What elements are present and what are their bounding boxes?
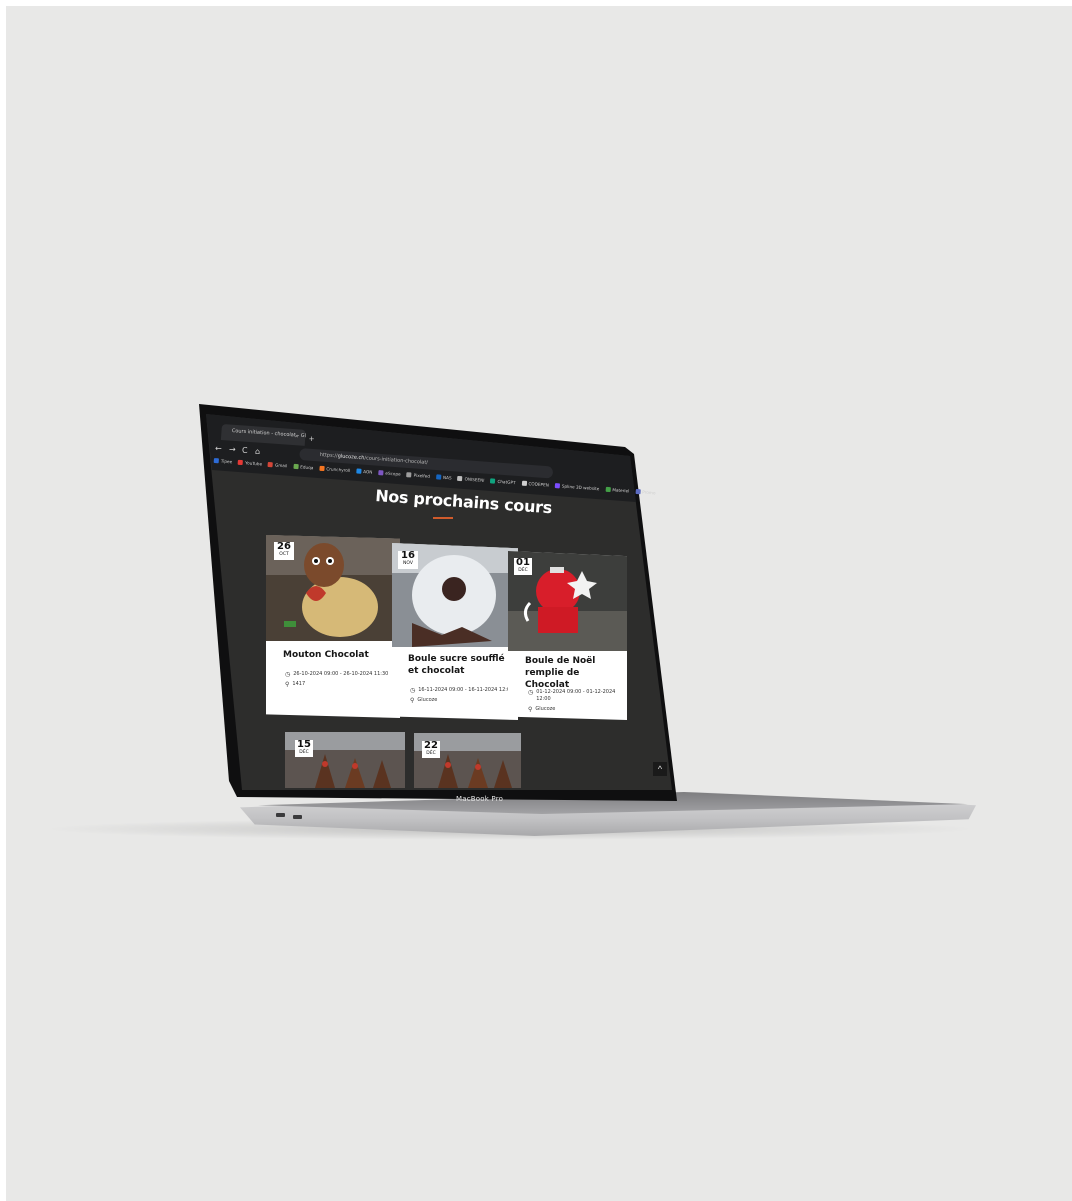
bookmark-item[interactable]: Materiel (605, 486, 630, 494)
bookmark-item[interactable]: CODEPEN (521, 480, 550, 488)
back-icon[interactable]: ← (215, 444, 222, 453)
date-month: DÉC (299, 750, 309, 755)
bookmark-favicon-icon (435, 474, 442, 480)
bookmark-favicon-icon (635, 488, 641, 495)
bookmark-favicon-icon (237, 459, 244, 466)
bookmark-favicon-icon (213, 458, 219, 464)
clock-icon: ◷ (410, 687, 416, 694)
date-month: OCT (279, 552, 289, 557)
bookmark-favicon-icon (406, 472, 412, 478)
usb-port (293, 815, 302, 819)
bookmark-item[interactable]: Tipee (213, 458, 233, 465)
date-day: 22 (424, 740, 438, 751)
bookmark-item[interactable]: Promo (635, 488, 656, 496)
bookmark-label: AON (362, 468, 373, 475)
course-card[interactable]: 22 DÉC (414, 733, 521, 788)
date-day: 15 (297, 739, 311, 750)
course-meta: ◷ 16-11-2024 09:00 - 16-11-2024 12:00 ⚲ Gl… (410, 687, 514, 707)
bookmark-item[interactable]: eScope (378, 470, 401, 477)
location-pin-icon: ⚲ (410, 697, 415, 704)
location-pin-icon: ⚲ (285, 681, 290, 688)
date-month: NOV (403, 561, 413, 566)
bookmark-favicon-icon (605, 486, 611, 493)
laptop-mockup: Cours initiation - chocolat - Gl × + ← →… (0, 0, 1072, 1201)
bookmark-favicon-icon (293, 463, 299, 470)
date-badge: 22 DÉC (422, 741, 440, 758)
location-pin-icon: ⚲ (528, 706, 533, 713)
bookmark-item[interactable]: Pixelfed (406, 472, 430, 479)
course-title[interactable]: Boule sucre soufflé et chocolat (408, 653, 512, 677)
bookmark-favicon-icon (378, 470, 384, 476)
course-card[interactable]: 26 OCT Mouton Chocolat ◷ 26-10-2024 09:00… (266, 535, 400, 718)
date-month: DÉC (426, 751, 436, 756)
course-meta: ◷ 01-12-2024 09:00 - 01-12-2024 12:00 ⚲ Gl… (528, 689, 624, 716)
date-badge: 26 OCT (274, 542, 294, 560)
bookmark-label: ONISEENI (464, 476, 485, 483)
close-tab-icon[interactable]: × (295, 434, 299, 440)
bookmark-label: ChatGPT (497, 478, 516, 486)
bookmark-favicon-icon (267, 461, 274, 468)
clock-icon: ◷ (528, 689, 534, 696)
course-datetime: 26-10-2024 09:00 - 26-10-2024 11:30 (293, 671, 389, 677)
bookmark-favicon-icon (521, 480, 527, 486)
course-title[interactable]: Mouton Chocolat (283, 649, 393, 661)
bookmark-favicon-icon (319, 465, 325, 472)
bookmark-item[interactable]: YouTube (237, 459, 263, 467)
date-badge: 15 DÉC (295, 740, 313, 757)
course-location: Glucoze (535, 706, 556, 712)
bookmark-item[interactable]: AON (356, 468, 373, 475)
forward-icon[interactable]: → (229, 445, 236, 454)
bookmark-item[interactable]: ONISEENI (457, 475, 485, 483)
bookmark-item[interactable]: Gmail (267, 461, 288, 469)
reload-icon[interactable]: C (242, 446, 248, 455)
bookmark-label: YouTube (244, 460, 263, 467)
heading-accent-line (433, 517, 453, 519)
course-location: 1417 (292, 681, 306, 687)
course-location: Glucoze (417, 697, 438, 703)
device-label: MacBook Pro (456, 795, 504, 803)
bookmark-label: Promo (642, 489, 656, 496)
date-month: DÉC (518, 568, 528, 573)
bookmark-label: Pixelfed (413, 472, 431, 479)
course-title[interactable]: Boule de Noël remplie de Chocolat (525, 655, 625, 691)
bookmark-label: Tipee (220, 458, 233, 465)
bookmark-label: Eduqa (300, 464, 314, 471)
new-tab-button[interactable]: + (309, 434, 314, 444)
course-datetime: 16-11-2024 09:00 - 16-11-2024 12:00 (418, 687, 514, 693)
clock-icon: ◷ (285, 671, 291, 678)
date-day: 01 (516, 557, 530, 568)
bookmark-item[interactable]: NAS (435, 474, 452, 481)
home-icon[interactable]: ⌂ (255, 447, 260, 456)
bookmark-favicon-icon (356, 468, 362, 474)
bookmark-item[interactable]: Eduqa (293, 463, 314, 471)
scroll-to-top-button[interactable]: ^ (653, 762, 667, 776)
bookmark-item[interactable]: Crunchyroll (319, 465, 351, 474)
bookmark-favicon-icon (457, 475, 463, 482)
usb-port (276, 813, 285, 817)
bookmark-favicon-icon (554, 483, 560, 489)
date-badge: 16 NOV (398, 551, 418, 569)
date-day: 26 (277, 541, 291, 552)
bookmark-item[interactable]: ChatGPT (490, 478, 516, 486)
date-day: 16 (401, 550, 415, 561)
course-datetime: 01-12-2024 09:00 - 01-12-2024 12:00 (536, 689, 616, 702)
bookmark-label: CODEPEN (528, 481, 550, 488)
bookmark-label: eScope (385, 470, 401, 477)
bookmark-label: NAS (442, 474, 452, 481)
course-meta: ◷ 26-10-2024 09:00 - 26-10-2024 11:30 ⚲ 14… (285, 671, 391, 691)
date-badge: 01 DÉC (514, 558, 532, 575)
bookmark-favicon-icon (490, 478, 496, 484)
bookmark-label: Materiel (612, 487, 630, 494)
course-card[interactable]: 01 DÉC Boule de Noël remplie de Chocolat… (508, 551, 627, 720)
course-card[interactable]: 16 NOV Boule sucre soufflé et chocolat ◷… (392, 543, 518, 720)
bookmark-label: Crunchyroll (326, 466, 351, 474)
course-card[interactable]: 15 DÉC (285, 732, 405, 788)
bookmark-label: Gmail (274, 462, 288, 469)
